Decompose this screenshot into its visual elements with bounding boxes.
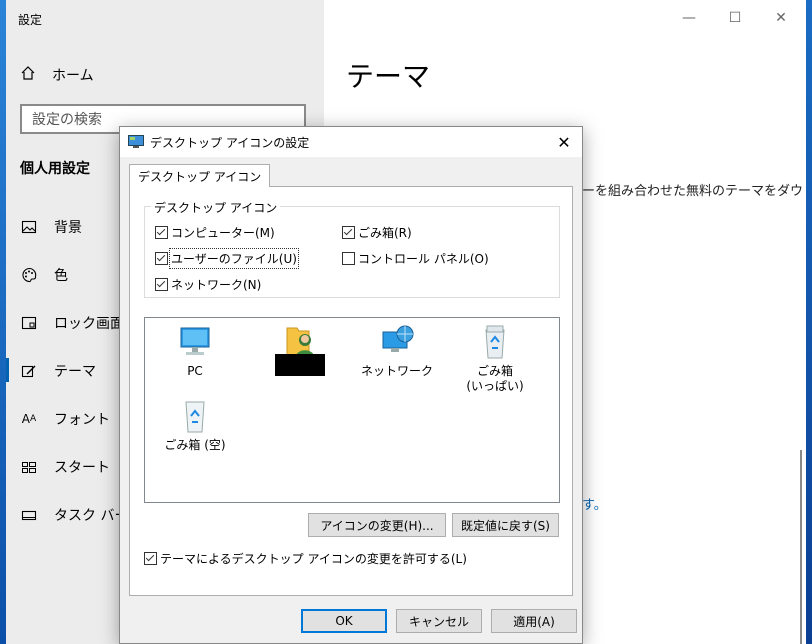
dialog-titlebar[interactable]: デスクトップ アイコンの設定 ✕ — [120, 127, 582, 157]
nav-lock-screen[interactable]: ロック画面 — [20, 310, 124, 336]
nav-font-label: フォント — [54, 412, 110, 428]
nav-background-label: 背景 — [54, 220, 82, 236]
icon-label: ごみ箱 (空) — [164, 438, 226, 452]
icon-item-recycle-bin-empty[interactable]: ごみ箱 (空) — [153, 398, 237, 453]
network-icon — [377, 324, 417, 360]
theme-brush-icon — [20, 362, 38, 380]
group-label: デスクトップ アイコン — [151, 199, 281, 216]
nav-lock-screen-label: ロック画面 — [54, 316, 124, 332]
icon-label: ネットワーク — [360, 364, 433, 378]
minimize-icon: — — [682, 10, 696, 26]
nav-start[interactable]: スタート — [20, 454, 110, 480]
desktop-icon-settings-dialog: デスクトップ アイコンの設定 ✕ デスクトップ アイコン デスクトップ アイコン… — [119, 126, 583, 644]
desktop-settings-icon — [128, 135, 144, 149]
recycle-bin-checkbox[interactable]: ごみ箱(R) — [342, 224, 412, 241]
network-checkbox-label: ネットワーク(N) — [171, 278, 262, 292]
nav-color-label: 色 — [54, 268, 68, 284]
allow-theme-change-checkbox[interactable]: テーマによるデスクトップ アイコンの変更を許可する(L) — [144, 550, 467, 567]
scrollbar[interactable] — [800, 450, 802, 644]
checkbox-box — [342, 252, 355, 265]
nav-font[interactable]: AA フォント — [20, 406, 110, 432]
icon-item-network[interactable]: ネットワーク — [355, 324, 439, 379]
close-icon: ✕ — [775, 10, 787, 26]
user-files-checkbox[interactable]: ユーザーのファイル(U) — [155, 248, 299, 269]
minimize-button[interactable]: — — [669, 6, 709, 30]
active-nav-indicator — [6, 358, 9, 382]
search-placeholder: 設定の検索 — [32, 112, 102, 128]
control-panel-checkbox-label: コントロール パネル(O) — [358, 252, 489, 266]
apply-button[interactable]: 適用(A) — [491, 609, 577, 633]
tab-desktop-icons[interactable]: デスクトップ アイコン — [129, 164, 271, 187]
recycle-bin-empty-icon — [175, 398, 215, 434]
font-icon: AA — [21, 412, 37, 426]
network-checkbox[interactable]: ネットワーク(N) — [155, 276, 261, 293]
nav-home-label: ホーム — [52, 68, 94, 84]
computer-checkbox-label: コンピューター(M) — [171, 226, 275, 240]
close-icon: ✕ — [557, 132, 571, 152]
desktop-icon-list[interactable]: PC ネットワーク ごみ箱 (いっぱい) ごみ箱 (空) — [144, 317, 560, 503]
nav-theme-label: テーマ — [54, 364, 96, 380]
allow-theme-change-label: テーマによるデスクトップ アイコンの変更を許可する(L) — [160, 552, 467, 566]
checkbox-box — [342, 226, 355, 239]
icon-item-recycle-bin-full[interactable]: ごみ箱 (いっぱい) — [453, 324, 537, 394]
redacted-label — [275, 354, 325, 376]
restore-default-button[interactable]: 既定値に戻す(S) — [452, 513, 559, 537]
desktop-background-right — [806, 0, 812, 644]
tab-panel: デスクトップ アイコン コンピューター(M) ごみ箱(R) ユーザーのファイル(… — [129, 186, 573, 596]
dialog-close-button[interactable]: ✕ — [552, 131, 576, 153]
user-files-checkbox-label: ユーザーのファイル(U) — [169, 248, 299, 269]
icon-item-pc[interactable]: PC — [153, 324, 237, 379]
app-title: 設定 — [18, 13, 43, 27]
checkbox-box — [144, 552, 157, 565]
nav-theme[interactable]: テーマ — [20, 358, 96, 384]
theme-description: ーを組み合わせた無料のテーマをダウ — [582, 184, 804, 199]
tab-label: デスクトップ アイコン — [138, 169, 262, 184]
icon-label: ごみ箱 (いっぱい) — [466, 364, 524, 393]
home-icon — [20, 65, 36, 85]
start-icon — [20, 458, 38, 476]
recycle-bin-checkbox-label: ごみ箱(R) — [358, 226, 412, 240]
checkbox-box — [155, 226, 168, 239]
change-icon-button[interactable]: アイコンの変更(H)... — [308, 513, 446, 537]
nav-home[interactable]: ホーム — [20, 62, 94, 88]
cancel-button[interactable]: キャンセル — [396, 609, 482, 633]
nav-color[interactable]: 色 — [20, 262, 68, 288]
lock-screen-icon — [20, 314, 38, 332]
palette-icon — [20, 266, 38, 284]
nav-taskbar[interactable]: タスク バー — [20, 502, 128, 528]
section-heading: 個人用設定 — [20, 161, 90, 177]
nav-background[interactable]: 背景 — [20, 214, 82, 240]
recycle-bin-full-icon — [475, 324, 515, 360]
nav-start-label: スタート — [54, 460, 110, 476]
maximize-icon: ☐ — [728, 10, 742, 26]
maximize-button[interactable]: ☐ — [715, 6, 755, 30]
close-window-button[interactable]: ✕ — [761, 6, 801, 30]
computer-checkbox[interactable]: コンピューター(M) — [155, 224, 275, 241]
checkbox-box — [155, 278, 168, 291]
checkbox-box — [155, 252, 168, 265]
pc-monitor-icon — [175, 324, 215, 360]
ok-button[interactable]: OK — [301, 609, 387, 633]
control-panel-checkbox[interactable]: コントロール パネル(O) — [342, 250, 489, 267]
nav-taskbar-label: タスク バー — [54, 508, 129, 524]
icon-label: PC — [187, 364, 203, 378]
taskbar-icon — [20, 506, 38, 524]
desktop-icons-group: デスクトップ アイコン コンピューター(M) ごみ箱(R) ユーザーのファイル(… — [144, 199, 560, 298]
picture-icon — [20, 218, 38, 236]
dialog-title: デスクトップ アイコンの設定 — [150, 136, 310, 150]
page-title: テーマ — [346, 60, 431, 93]
